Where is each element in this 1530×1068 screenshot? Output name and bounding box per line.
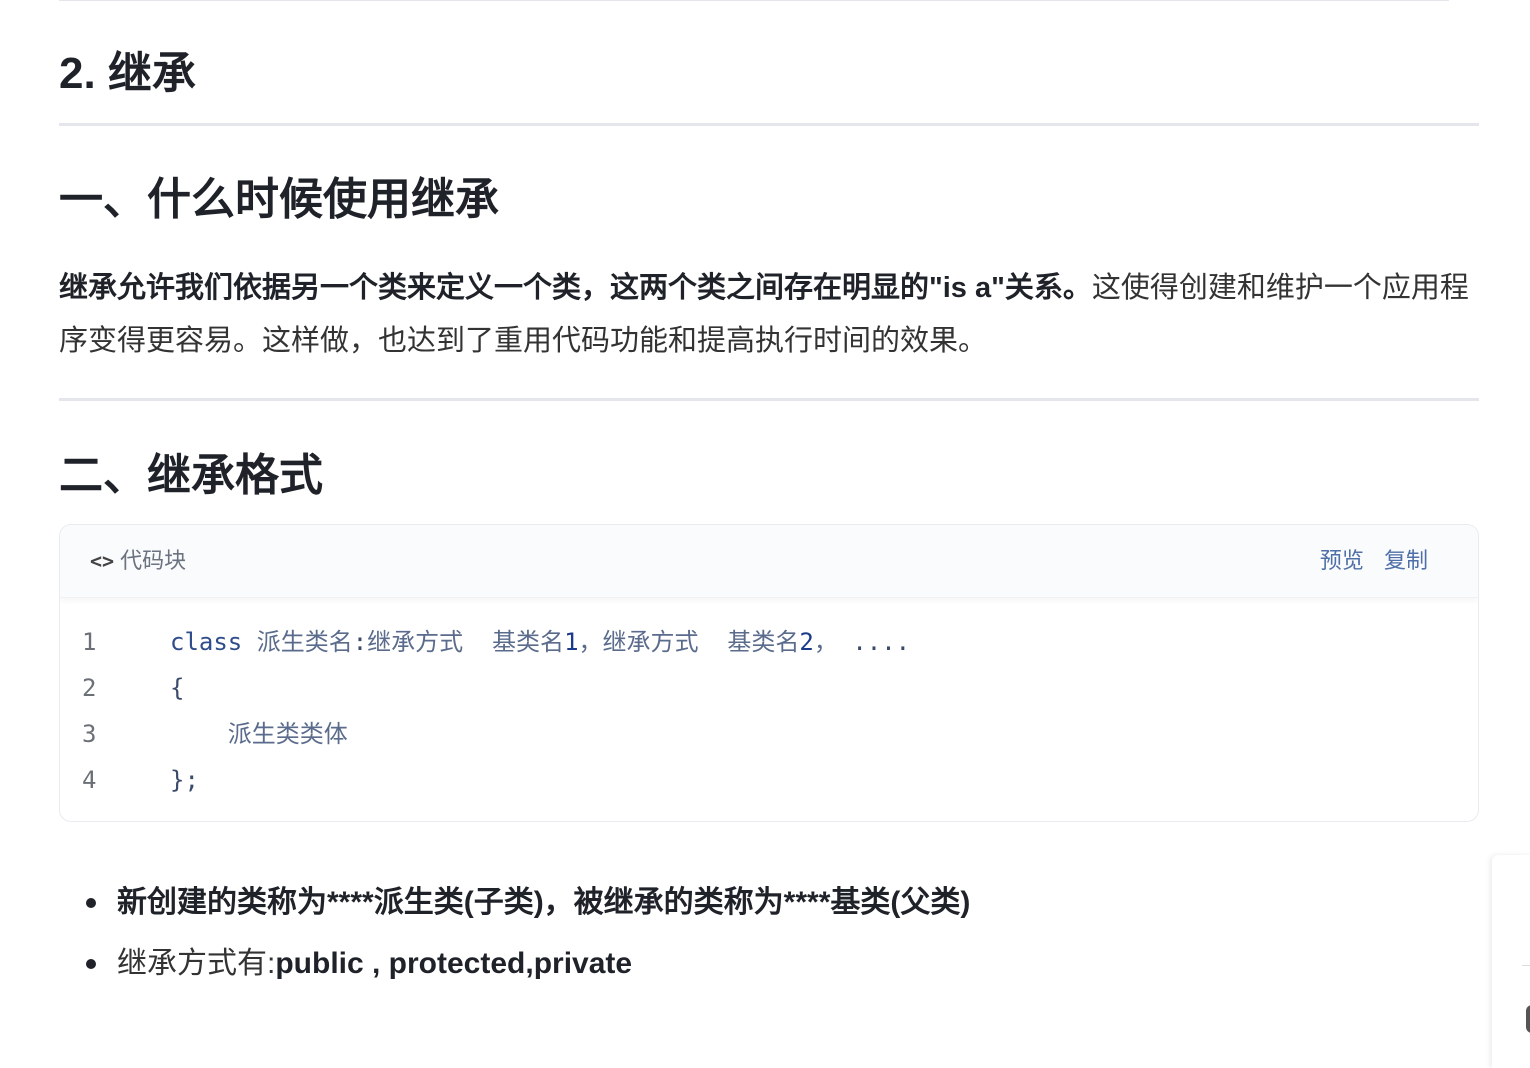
line-number: 4 — [82, 766, 97, 794]
line-number: 1 — [82, 628, 97, 656]
code-token: }; — [170, 766, 199, 794]
bullet-list: 新创建的类称为****派生类(子类)，被继承的类称为****基类(父类) 继承方式… — [59, 872, 970, 994]
preview-button[interactable]: 预览 — [1320, 548, 1364, 573]
list-item-plain-text: 继承方式有: — [117, 947, 276, 980]
code-token: 基类名 — [727, 628, 800, 656]
code-token: 基类名 — [492, 628, 565, 656]
code-text: 派生类类体 — [170, 711, 348, 757]
line-number: 2 — [82, 674, 97, 702]
code-line: 2{ — [60, 665, 1478, 711]
list-item: 继承方式有:public , protected,private — [59, 933, 970, 994]
code-block-label-text: 代码块 — [120, 548, 187, 573]
code-token: { — [170, 674, 185, 702]
section-divider — [59, 398, 1479, 401]
code-token: 2 — [799, 628, 814, 656]
copy-button[interactable]: 复制 — [1384, 548, 1428, 573]
title-divider — [59, 123, 1479, 126]
code-token: 派生类类体 — [227, 720, 348, 748]
list-item-bold-text: 新创建的类称为****派生类(子类)，被继承的类称为****基类(父类) — [117, 886, 971, 919]
intro-paragraph: 继承允许我们依据另一个类来定义一个类，这两个类之间存在明显的"is a"关系。这… — [59, 262, 1484, 368]
code-line: 3 派生类类体 — [60, 711, 1478, 757]
line-number: 3 — [82, 720, 97, 748]
code-text: }; — [170, 757, 199, 803]
code-token: .... — [837, 628, 911, 656]
code-block-label: <> 代码块 — [90, 547, 186, 575]
panel-divider — [1522, 965, 1530, 966]
panel-handle-icon[interactable] — [1526, 1005, 1530, 1033]
code-block-actions: 预览 复制 — [1306, 547, 1428, 575]
code-token: ， — [578, 628, 603, 656]
code-block: <> 代码块 预览 复制 1 class 派生类名:继承方式 基类名1，继承方式 基… — [59, 524, 1479, 822]
side-floating-panel[interactable] — [1492, 855, 1530, 1068]
list-item: 新创建的类称为****派生类(子类)，被继承的类称为****基类(父类) — [59, 872, 970, 933]
code-text: class 派生类名:继承方式 基类名1，继承方式 基类名2， .... — [170, 619, 910, 665]
intro-bold-text: 继承允许我们依据另一个类来定义一个类，这两个类之间存在明显的"is a"关系。 — [59, 272, 1092, 304]
code-token: 派生类名 — [256, 628, 353, 656]
code-brackets-icon: <> — [90, 549, 115, 573]
heading-format: 二、继承格式 — [59, 451, 323, 500]
code-token: class — [170, 628, 243, 656]
top-divider — [59, 0, 1449, 1]
list-item-bold-text: public , protected,private — [275, 947, 633, 980]
code-line: 1 class 派生类名:继承方式 基类名1，继承方式 基类名2， .... — [60, 619, 1478, 665]
code-token: 1 — [564, 628, 579, 656]
section-title: 2. 继承 — [59, 49, 196, 98]
code-line: 4}; — [60, 757, 1478, 803]
code-token: 继承方式 — [367, 628, 464, 656]
code-block-header: <> 代码块 预览 复制 — [60, 525, 1478, 598]
code-token: 继承方式 — [602, 628, 699, 656]
code-token: : — [352, 628, 368, 656]
heading-when-to-use: 一、什么时候使用继承 — [59, 175, 499, 224]
code-token: ， — [813, 628, 838, 656]
code-lines: 1 class 派生类名:继承方式 基类名1，继承方式 基类名2， .... 2{3… — [60, 619, 1478, 803]
code-text: { — [170, 665, 184, 711]
